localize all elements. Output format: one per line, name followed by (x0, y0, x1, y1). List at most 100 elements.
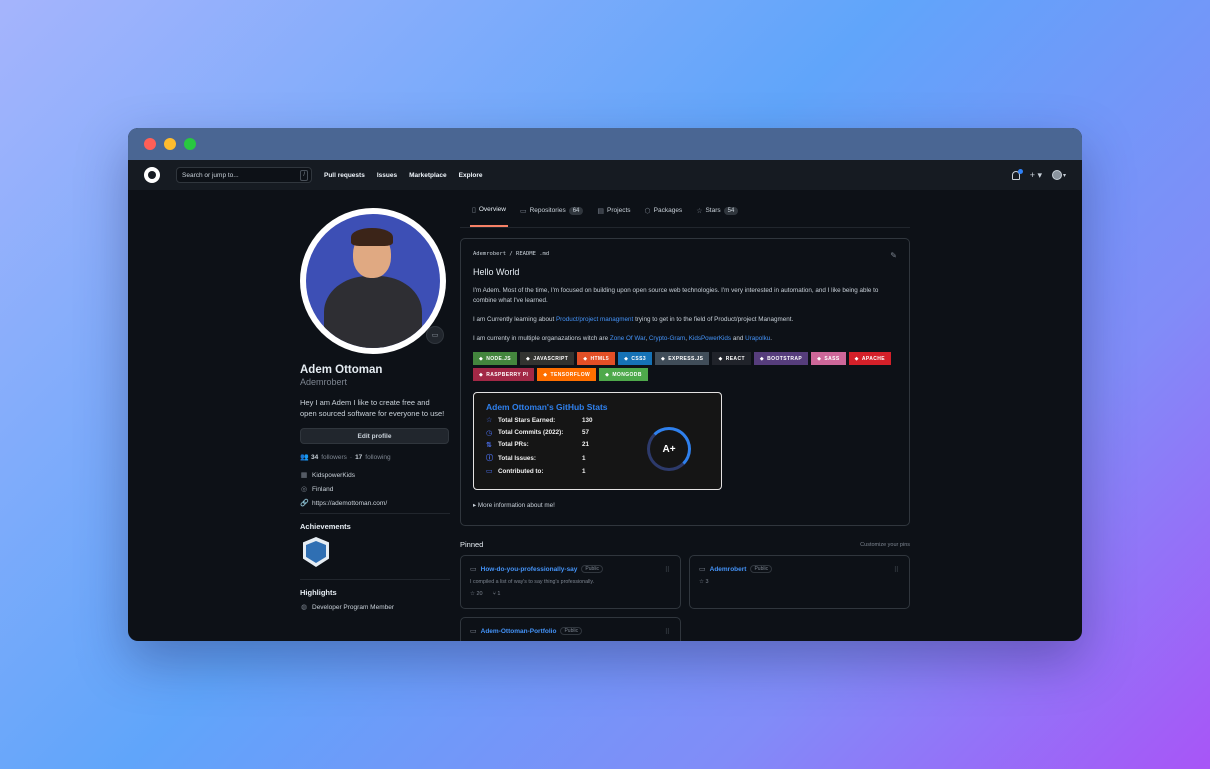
github-logo-icon[interactable] (144, 167, 160, 183)
set-status-icon[interactable]: ▭ (426, 326, 444, 344)
tech-badge: ◆ APACHE (848, 352, 892, 365)
follow-separator: · (349, 453, 353, 461)
tech-badge-icon: ◆ (479, 371, 484, 378)
tech-badge: ◆ HTML5 (577, 352, 616, 365)
drag-handle-icon[interactable]: ⠿ (894, 566, 899, 574)
stat-value: 1 (582, 454, 586, 462)
pinned-repo-name[interactable]: Adem-Ottoman-Portfolio (481, 628, 557, 635)
tech-badge: ◆ CSS3 (618, 352, 653, 365)
github-header: Search or jump to... / Pull requests Iss… (128, 160, 1082, 190)
zone-of-war-link[interactable]: Zone Of War (610, 335, 645, 342)
nav-marketplace[interactable]: Marketplace (409, 172, 447, 179)
highlights-title: Highlights (300, 588, 337, 597)
tab-projects[interactable]: ▤ Projects (595, 194, 632, 227)
repo-forks[interactable]: ⑂ 1 (493, 591, 501, 597)
highlight-item: Developer Program Member (312, 603, 395, 611)
tech-badge-icon: ◆ (543, 371, 548, 378)
drag-handle-icon[interactable]: ⠿ (665, 566, 670, 574)
profile-location: Finland (312, 485, 334, 493)
achievement-badge-icon[interactable] (303, 537, 329, 567)
nav-issues[interactable]: Issues (377, 172, 397, 179)
p2-text-a: I am Currently learning about (473, 316, 555, 323)
achievements-title: Achievements (300, 522, 351, 531)
tech-badge-icon: ◆ (718, 355, 723, 362)
stat-label: Total PRs: (498, 441, 529, 449)
tech-badge: ◆ NODE.JS (473, 352, 518, 365)
stat-value: 1 (582, 467, 586, 475)
tech-badge-label: RASPBERRY PI (486, 371, 529, 378)
tab-stars[interactable]: ☆ Stars 54 (694, 194, 740, 227)
product-management-link[interactable]: Product/project managment (556, 316, 633, 323)
repo-stars[interactable]: ☆ 3 (699, 579, 709, 585)
tech-badge-label: BOOTSTRAP (767, 355, 803, 362)
profile-name: Adem Ottoman (300, 364, 383, 376)
create-new-dropdown[interactable]: + ▾ (1030, 170, 1042, 181)
tech-badge-label: APACHE (861, 355, 886, 362)
following-count[interactable]: 17 (355, 454, 362, 461)
pinned-repo-name[interactable]: Ademrobert (710, 566, 747, 573)
nav-explore[interactable]: Explore (459, 172, 483, 179)
maximize-window-button[interactable] (184, 138, 196, 150)
tab-repositories[interactable]: ▭ Repositories 64 (518, 194, 585, 227)
tech-badge: ◆ REACT (712, 352, 751, 365)
pinned-repo-name[interactable]: How-do-you-professionally-say (481, 566, 578, 573)
stat-icon: ◷ (486, 429, 493, 437)
visibility-badge: Public (581, 565, 604, 573)
stars-count: 54 (723, 206, 739, 215)
star-icon: ☆ (696, 207, 703, 215)
customize-pins-link[interactable]: Customize your pins (860, 542, 910, 548)
profile-avatar[interactable]: ▭ (300, 208, 446, 354)
drag-handle-icon[interactable]: ⠿ (665, 628, 670, 636)
tech-badge: ◆ JAVASCRIPT (520, 352, 575, 365)
search-placeholder: Search or jump to... (182, 171, 239, 179)
tech-badge-label: MONGODB (612, 371, 642, 378)
window-titlebar (128, 128, 1082, 160)
tech-badge-icon: ◆ (759, 355, 765, 362)
notifications-bell-icon[interactable] (1011, 168, 1023, 180)
more-info-toggle[interactable]: ▸ More information about me! (473, 502, 897, 509)
profile-login: Ademrobert (300, 377, 348, 387)
minimize-window-button[interactable] (164, 138, 176, 150)
tech-badge: ◆ TENSORFLOW (537, 368, 597, 381)
readme-title: Hello World (473, 267, 520, 277)
repositories-count: 64 (568, 206, 584, 215)
profile-website[interactable]: https://ademottoman.com/ (312, 500, 387, 507)
tech-badge-label: REACT (725, 355, 745, 362)
organization-icon: ▦ (300, 472, 308, 479)
user-avatar-menu[interactable] (1051, 170, 1062, 180)
urapolku-link[interactable]: Urapolku (745, 335, 770, 342)
stats-title: Adem Ottoman's GitHub Stats (486, 402, 608, 412)
tech-badge: ◆ BOOTSTRAP (753, 352, 809, 365)
avatar-caret-icon: ▾ (1062, 172, 1066, 179)
tech-badge-label: NODE.JS (486, 355, 512, 362)
nav-pull-requests[interactable]: Pull requests (324, 172, 365, 179)
tab-packages[interactable]: ⬡ Packages (643, 194, 685, 227)
stat-label: Total Commits (2022): (498, 429, 564, 437)
search-input[interactable]: Search or jump to... / (176, 167, 312, 183)
stat-icon: ⇅ (486, 441, 492, 449)
kidspowerkids-link[interactable]: KidsPowerKids (689, 335, 731, 342)
repo-icon: ▭ (470, 628, 477, 635)
stat-icon: ☆ (486, 417, 493, 425)
edit-profile-button[interactable]: Edit profile (300, 428, 449, 444)
readme-card: Ademrobert / README .md ✎ Hello World I'… (460, 238, 910, 526)
readme-path[interactable]: Ademrobert / README .md (473, 251, 897, 257)
pinned-title: Pinned (460, 540, 484, 549)
followers-label[interactable]: followers (321, 454, 347, 461)
profile-sidebar: ▭ Adem Ottoman Ademrobert Hey I am Adem … (300, 208, 450, 617)
tech-badge-label: SASS (824, 355, 840, 362)
tab-overview[interactable]: ▯ Overview (470, 194, 508, 227)
crypto-gram-link[interactable]: Crypto-Gram (649, 335, 685, 342)
repo-stars[interactable]: ☆ 20 (470, 591, 483, 597)
following-label[interactable]: following (365, 454, 390, 461)
tech-badges: ◆ NODE.JS ◆ JAVASCRIPT ◆ HTML5 ◆ CSS3 ◆ EXPRESS.J… (473, 352, 893, 381)
edit-pencil-icon[interactable]: ✎ (890, 251, 897, 260)
pinned-repo-card: ▭ Adem-Ottoman-Portfolio Public ⠿ (460, 617, 681, 641)
tech-badge: ◆ MONGODB (599, 368, 648, 381)
close-window-button[interactable] (144, 138, 156, 150)
visibility-badge: Public (750, 565, 773, 573)
tech-badge: ◆ SASS (811, 352, 846, 365)
readme-paragraph-1: I'm Adem. Most of the time, I'm focused … (473, 287, 879, 304)
followers-count[interactable]: 34 (311, 454, 318, 461)
tab-projects-label: Projects (607, 207, 631, 214)
